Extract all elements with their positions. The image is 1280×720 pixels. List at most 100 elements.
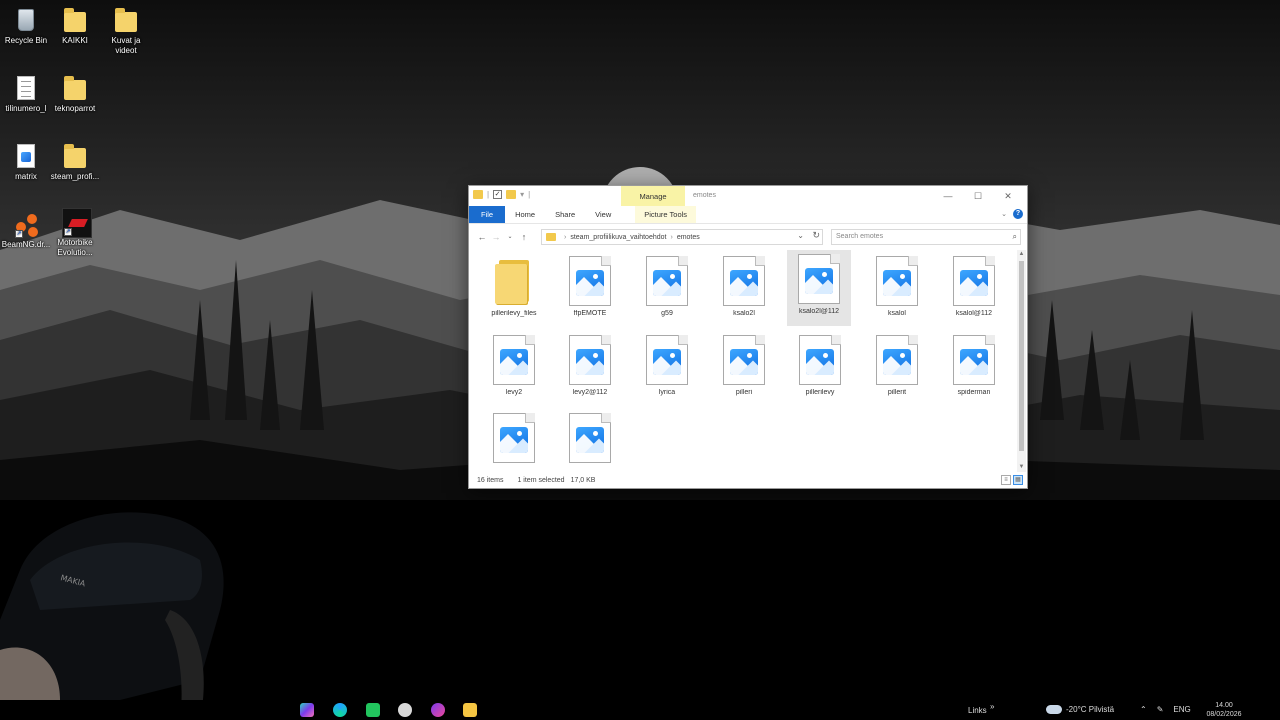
desktop-icon-label: steam_profi...: [50, 172, 100, 181]
clock[interactable]: 14.00 08/02/2026: [1202, 701, 1246, 719]
forward-arrow-icon[interactable]: →: [489, 232, 503, 242]
help-icon[interactable]: ?: [1013, 209, 1023, 219]
desktop-icon-steam-profi[interactable]: steam_profi...: [49, 142, 101, 182]
new-folder-icon[interactable]: [506, 190, 517, 199]
tab-home[interactable]: Home: [505, 206, 545, 223]
tab-view[interactable]: View: [585, 206, 621, 223]
cloud-icon: [1046, 705, 1062, 714]
file-name: spiderman: [957, 389, 991, 396]
breadcrumb-item[interactable]: steam_profiilikuva_vaihtoehdot: [570, 234, 666, 241]
file-item[interactable]: levy2: [482, 331, 546, 407]
text-document-icon: [13, 74, 39, 102]
file-item-folder[interactable]: pillerilevy_files: [482, 252, 546, 328]
tab-share[interactable]: Share: [545, 206, 585, 223]
expand-ribbon-icon[interactable]: ⌄: [1001, 210, 1007, 218]
vertical-scrollbar[interactable]: ▲ ▼: [1017, 250, 1026, 472]
file-item[interactable]: lyrica: [635, 331, 699, 407]
desktop-icon-matrix[interactable]: matrix: [0, 142, 52, 182]
file-name: levy2@112: [572, 389, 608, 396]
breadcrumb-item[interactable]: emotes: [677, 234, 700, 241]
image-file-icon: [493, 335, 535, 385]
recent-locations-icon[interactable]: ⌄: [503, 233, 517, 240]
clock-date: 08/02/2026: [1206, 711, 1242, 718]
ribbon-tabs: File Home Share View Picture Tools ⌄ ?: [469, 206, 1027, 223]
file-item-selected[interactable]: ksalo2l@112: [787, 250, 851, 326]
properties-icon[interactable]: ✓: [493, 190, 503, 199]
desktop-icon-kuvat-ja-videot[interactable]: Kuvat ja videot: [100, 6, 152, 56]
customize-toolbar-icon[interactable]: ▾: [520, 190, 524, 199]
file-item[interactable]: spiderman: [942, 331, 1006, 407]
desktop-icon-tilinumero[interactable]: tilinumero_l: [0, 74, 52, 114]
desktop-icon-motorbike-evolution[interactable]: ↗ Motorbike Evolutio...: [49, 208, 101, 258]
back-arrow-icon[interactable]: ←: [475, 232, 489, 242]
clock-time: 14.00: [1215, 702, 1233, 709]
up-arrow-icon[interactable]: ↑: [517, 232, 531, 242]
file-name: ksalo2l: [733, 310, 755, 317]
quick-access-toolbar: | ✓ ▾ |: [473, 190, 530, 199]
file-name: ksalol@112: [955, 310, 993, 317]
edge-browser-icon[interactable]: [333, 703, 347, 717]
file-item[interactable]: levy2@112: [558, 331, 622, 407]
desktop-icon-recycle-bin[interactable]: Recycle Bin: [0, 6, 52, 46]
file-list: pillerilevy_files ffpEMOTE g59 ksalo2l k…: [469, 250, 1017, 472]
tab-file[interactable]: File: [469, 206, 506, 223]
file-explorer-icon[interactable]: [463, 703, 477, 717]
search-placeholder: Search emotes: [836, 233, 884, 240]
minimize-icon[interactable]: —: [933, 188, 963, 204]
image-file-icon: [953, 256, 995, 306]
desktop-icon-kaikki[interactable]: KAIKKI: [49, 6, 101, 46]
weather-widget[interactable]: -20°C Pilvistä: [1046, 705, 1114, 714]
steam-icon[interactable]: [398, 703, 412, 717]
close-icon[interactable]: ✕: [993, 188, 1023, 204]
weather-text: -20°C Pilvistä: [1066, 705, 1115, 714]
links-toolbar[interactable]: Links: [968, 706, 987, 715]
file-item[interactable]: ffpEMOTE: [558, 252, 622, 328]
details-view-icon[interactable]: ≡: [1001, 475, 1011, 485]
file-name: lyrica: [658, 389, 676, 396]
tab-manage[interactable]: Manage: [621, 186, 685, 206]
desktop-icon-beamng[interactable]: ↗ BeamNG.dr...: [0, 210, 52, 250]
file-item[interactable]: ksalol@112: [942, 252, 1006, 328]
file-name: pillerilevy_files: [491, 310, 537, 317]
file-item[interactable]: pillerit: [865, 331, 929, 407]
address-dropdown-icon[interactable]: ⌄: [797, 231, 804, 240]
tab-picture-tools[interactable]: Picture Tools: [635, 206, 697, 223]
motorbike-game-icon: ↗: [62, 208, 92, 238]
scrollbar-thumb[interactable]: [1019, 261, 1024, 451]
file-item[interactable]: ksalol: [865, 252, 929, 328]
image-file-icon: [569, 335, 611, 385]
language-indicator[interactable]: ENG: [1173, 705, 1190, 714]
taskbar: Links » -20°C Pilvistä ⌃ ✎ ENG 14.00 08/…: [0, 700, 1280, 720]
image-file-icon: [13, 142, 39, 170]
folder-icon: [113, 6, 139, 34]
file-item[interactable]: pillerilevy: [788, 331, 852, 407]
folder-icon: [546, 233, 556, 241]
file-item[interactable]: g59: [635, 252, 699, 328]
file-name: ksalo2l@112: [798, 308, 840, 315]
app-green-icon[interactable]: [366, 703, 380, 717]
file-name: g59: [661, 310, 673, 317]
scroll-up-icon[interactable]: ▲: [1017, 250, 1026, 259]
discord-icon[interactable]: [431, 703, 445, 717]
show-hidden-icons-icon[interactable]: ⌃: [1140, 705, 1147, 714]
image-file-icon: [646, 256, 688, 306]
image-file-icon: [723, 335, 765, 385]
address-bar[interactable]: › steam_profiilikuva_vaihtoehdot › emote…: [541, 229, 823, 245]
toolbar-expand-icon[interactable]: »: [990, 702, 994, 711]
window-titlebar[interactable]: | ✓ ▾ | Manage emotes — ☐ ✕: [469, 186, 1027, 206]
large-icons-view-icon[interactable]: ▦: [1013, 475, 1023, 485]
search-input[interactable]: Search emotes ⌕: [831, 229, 1021, 245]
maximize-icon[interactable]: ☐: [963, 188, 993, 204]
selection-count: 1 item selected: [517, 476, 565, 484]
pen-icon[interactable]: ✎: [1157, 705, 1164, 714]
system-tray: ⌃ ✎ ENG: [1140, 705, 1191, 714]
file-name: pilleri: [735, 389, 753, 396]
file-explorer-window[interactable]: | ✓ ▾ | Manage emotes — ☐ ✕ File Home Sh…: [468, 185, 1028, 489]
file-item[interactable]: ksalo2l: [712, 252, 776, 328]
desktop-icon-teknoparrot[interactable]: teknoparrot: [49, 74, 101, 114]
scroll-down-icon[interactable]: ▼: [1017, 463, 1026, 472]
recycle-bin-icon: [13, 6, 39, 34]
copilot-icon[interactable]: [300, 703, 314, 717]
file-item[interactable]: pilleri: [712, 331, 776, 407]
refresh-icon[interactable]: ↻: [812, 230, 820, 241]
